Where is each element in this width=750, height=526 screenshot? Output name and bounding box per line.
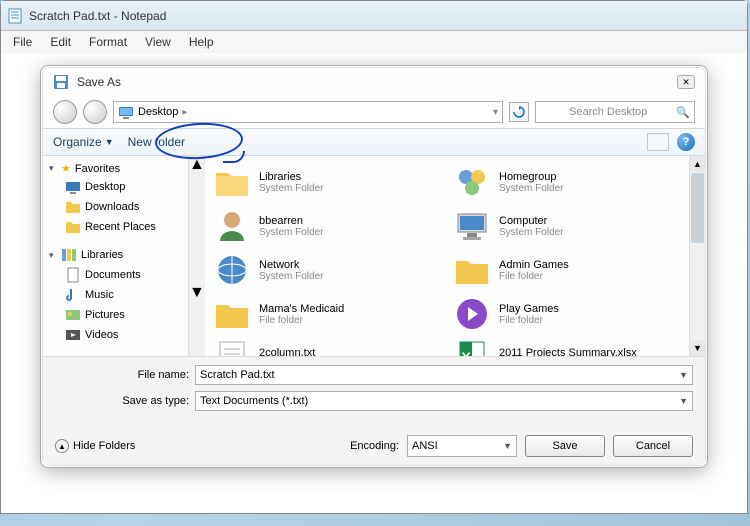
search-input[interactable]: Search Desktop 🔍 (535, 101, 695, 123)
homegroup-icon (61, 355, 77, 356)
refresh-button[interactable] (509, 102, 529, 122)
form-area: File name: Scratch Pad.txt ▼ Save as typ… (43, 356, 705, 427)
notepad-icon (7, 8, 23, 24)
chevron-down-icon: ▾ (49, 163, 57, 174)
save-icon (53, 74, 69, 90)
chevron-right-icon[interactable]: ▸ (182, 107, 187, 118)
music-icon (65, 287, 81, 303)
sidebar-favorites[interactable]: ▾ ★ Favorites (43, 160, 188, 177)
hide-folders-button[interactable]: ▲ Hide Folders (55, 439, 135, 453)
save-type-combo[interactable]: Text Documents (*.txt) ▼ (195, 391, 693, 411)
star-icon: ★ (61, 162, 71, 175)
save-as-dialog: Save As ✕ Desktop ▸ ▾ (40, 65, 708, 468)
play-icon (453, 295, 491, 333)
chevron-down-icon: ▾ (49, 250, 57, 261)
sidebar-scrollbar[interactable]: ▲▼ (189, 156, 205, 356)
refresh-icon (513, 106, 525, 118)
homegroup-icon (453, 163, 491, 201)
documents-icon (65, 267, 81, 283)
text-file-icon (213, 339, 251, 356)
dialog-title: Save As (77, 75, 669, 89)
libraries-icon (213, 163, 251, 201)
notepad-window: Scratch Pad.txt - Notepad File Edit Form… (0, 0, 748, 514)
new-folder-button[interactable]: New folder (128, 135, 185, 149)
chevron-down-icon: ▼ (679, 370, 688, 380)
main-area: ▾ ★ Favorites Desktop Downloads Recent P… (43, 156, 705, 356)
chevron-up-icon: ▲ (55, 439, 69, 453)
list-item[interactable]: X2011 Projects Summary.xlsxShortcut (447, 336, 687, 356)
folder-icon (65, 219, 81, 235)
content-pane[interactable]: LibrariesSystem Folder bbearrenSystem Fo… (205, 156, 705, 356)
chevron-down-icon: ▼ (503, 441, 512, 451)
titlebar[interactable]: Scratch Pad.txt - Notepad (1, 1, 747, 31)
computer-icon (453, 207, 491, 245)
cancel-button[interactable]: Cancel (613, 435, 693, 457)
desktop-icon (65, 179, 81, 195)
list-item[interactable]: Admin GamesFile folder (447, 248, 687, 292)
view-mode-button[interactable] (647, 133, 669, 151)
list-item[interactable]: LibrariesSystem Folder (207, 160, 447, 204)
close-button[interactable]: ✕ (677, 75, 695, 89)
window-title: Scratch Pad.txt - Notepad (29, 9, 166, 23)
folder-icon (453, 251, 491, 289)
organize-button[interactable]: Organize ▼ (53, 135, 114, 149)
menubar: File Edit Format View Help (1, 31, 747, 53)
forward-button[interactable] (83, 100, 107, 124)
dialog-titlebar[interactable]: Save As ✕ (43, 68, 705, 96)
search-icon: 🔍 (676, 106, 690, 119)
network-icon (213, 251, 251, 289)
breadcrumb[interactable]: Desktop ▸ ▾ (113, 101, 503, 123)
sidebar-item-pictures[interactable]: Pictures (43, 305, 188, 325)
encoding-combo[interactable]: ANSI ▼ (407, 435, 517, 457)
menu-file[interactable]: File (5, 33, 40, 51)
desktop-icon (118, 104, 134, 120)
dialog-footer: ▲ Hide Folders Encoding: ANSI ▼ Save Can… (43, 427, 705, 465)
videos-icon (65, 327, 81, 343)
sidebar-item-videos[interactable]: Videos (43, 325, 188, 345)
pictures-icon (65, 307, 81, 323)
nav-row: Desktop ▸ ▾ Search Desktop 🔍 (43, 96, 705, 128)
breadcrumb-location: Desktop (138, 106, 178, 118)
chevron-down-icon: ▼ (105, 137, 114, 147)
libraries-icon (61, 247, 77, 263)
list-item[interactable]: Mama's MedicaidFile folder (207, 292, 447, 336)
filename-input[interactable]: Scratch Pad.txt ▼ (195, 365, 693, 385)
folder-icon (213, 295, 251, 333)
filename-label: File name: (103, 369, 189, 381)
menu-edit[interactable]: Edit (42, 33, 79, 51)
list-item[interactable]: NetworkSystem Folder (207, 248, 447, 292)
sidebar: ▾ ★ Favorites Desktop Downloads Recent P… (43, 156, 189, 356)
menu-help[interactable]: Help (181, 33, 222, 51)
content-scrollbar[interactable]: ▲▼ (689, 156, 705, 356)
list-item[interactable]: HomegroupSystem Folder (447, 160, 687, 204)
list-item[interactable]: 2column.txtText Document (207, 336, 447, 356)
chevron-down-icon: ▼ (679, 396, 688, 406)
menu-view[interactable]: View (137, 33, 179, 51)
notepad-client-area: Save As ✕ Desktop ▸ ▾ (1, 53, 747, 513)
search-placeholder: Search Desktop (569, 106, 647, 118)
list-item[interactable]: ComputerSystem Folder (447, 204, 687, 248)
excel-icon: X (453, 339, 491, 356)
sidebar-homegroup[interactable]: ▸ Homegroup (43, 353, 188, 356)
sidebar-item-desktop[interactable]: Desktop (43, 177, 188, 197)
menu-format[interactable]: Format (81, 33, 135, 51)
svg-text:X: X (461, 349, 471, 356)
folder-icon (65, 199, 81, 215)
toolbar: Organize ▼ New folder ? (43, 128, 705, 156)
list-item[interactable]: bbearrenSystem Folder (207, 204, 447, 248)
back-button[interactable] (53, 100, 77, 124)
user-icon (213, 207, 251, 245)
sidebar-item-music[interactable]: Music (43, 285, 188, 305)
list-item[interactable]: Play GamesFile folder (447, 292, 687, 336)
help-button[interactable]: ? (677, 133, 695, 151)
save-button[interactable]: Save (525, 435, 605, 457)
sidebar-item-recent[interactable]: Recent Places (43, 217, 188, 237)
save-type-label: Save as type: (103, 395, 189, 407)
encoding-label: Encoding: (350, 440, 399, 452)
sidebar-item-downloads[interactable]: Downloads (43, 197, 188, 217)
sidebar-item-documents[interactable]: Documents (43, 265, 188, 285)
breadcrumb-dropdown-icon[interactable]: ▾ (493, 107, 498, 118)
sidebar-libraries[interactable]: ▾ Libraries (43, 245, 188, 265)
